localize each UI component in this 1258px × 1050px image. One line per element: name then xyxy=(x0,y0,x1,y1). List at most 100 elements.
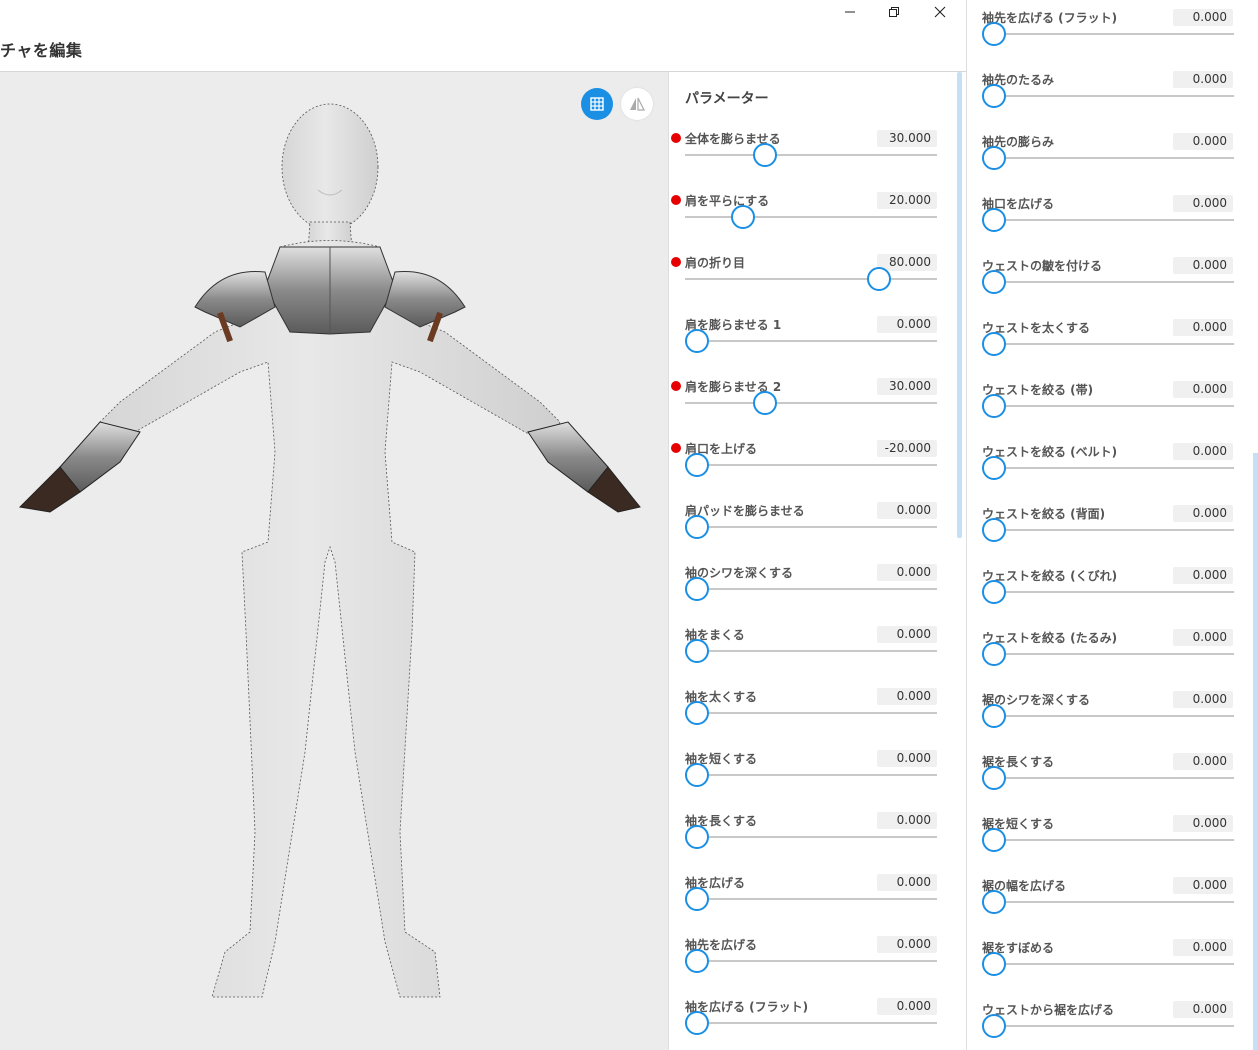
parameter-value-field[interactable]: 0.000 xyxy=(1173,381,1233,398)
parameter-value-field[interactable]: 0.000 xyxy=(1173,815,1233,832)
parameter-value-field[interactable]: 0.000 xyxy=(1173,939,1233,956)
slider-thumb[interactable] xyxy=(982,704,1006,728)
parameter-value-field[interactable]: 0.000 xyxy=(1173,753,1233,770)
parameter-value-field[interactable]: 0.000 xyxy=(1173,877,1233,894)
parameter-value-field[interactable]: 30.000 xyxy=(877,130,937,147)
parameter-value-field[interactable]: 0.000 xyxy=(877,502,937,519)
slider-thumb[interactable] xyxy=(685,887,709,911)
scrollbar-right[interactable] xyxy=(1253,453,1258,1050)
slider-track[interactable] xyxy=(982,777,1234,779)
slider-thumb[interactable] xyxy=(982,84,1006,108)
slider-thumb[interactable] xyxy=(685,515,709,539)
parameter-value-field[interactable]: 0.000 xyxy=(877,812,937,829)
parameter-value-field[interactable]: 0.000 xyxy=(877,316,937,333)
parameter-value-field[interactable]: 0.000 xyxy=(1173,691,1233,708)
slider-thumb[interactable] xyxy=(685,639,709,663)
parameter-value-field[interactable]: 0.000 xyxy=(877,688,937,705)
slider-track[interactable] xyxy=(982,529,1234,531)
slider-track[interactable] xyxy=(685,278,937,280)
parameter-value-field[interactable]: 0.000 xyxy=(877,998,937,1015)
slider-track[interactable] xyxy=(685,898,937,900)
parameter-value-field[interactable]: 0.000 xyxy=(1173,505,1233,522)
parameter-value-field[interactable]: 0.000 xyxy=(877,936,937,953)
slider-track[interactable] xyxy=(982,405,1234,407)
slider-track[interactable] xyxy=(685,216,937,218)
slider-track[interactable] xyxy=(982,1025,1234,1027)
slider-thumb[interactable] xyxy=(982,828,1006,852)
slider-track[interactable] xyxy=(685,526,937,528)
slider-track[interactable] xyxy=(685,712,937,714)
slider-thumb[interactable] xyxy=(982,208,1006,232)
slider-thumb[interactable] xyxy=(982,146,1006,170)
parameter-value-field[interactable]: 20.000 xyxy=(877,192,937,209)
slider-track[interactable] xyxy=(982,95,1234,97)
parameter-value-field[interactable]: 0.000 xyxy=(1173,257,1233,274)
parameter-value-field[interactable]: 0.000 xyxy=(1173,1001,1233,1018)
slider-thumb[interactable] xyxy=(982,766,1006,790)
slider-thumb[interactable] xyxy=(982,270,1006,294)
slider-track[interactable] xyxy=(685,774,937,776)
parameter-value-field[interactable]: 0.000 xyxy=(877,874,937,891)
parameter-value-field[interactable]: 0.000 xyxy=(1173,567,1233,584)
slider-track[interactable] xyxy=(685,650,937,652)
slider-track[interactable] xyxy=(982,281,1234,283)
slider-track[interactable] xyxy=(982,157,1234,159)
slider-track[interactable] xyxy=(685,154,937,156)
slider-thumb[interactable] xyxy=(982,456,1006,480)
slider-thumb[interactable] xyxy=(982,952,1006,976)
slider-track[interactable] xyxy=(685,1022,937,1024)
slider-track[interactable] xyxy=(685,836,937,838)
slider-track[interactable] xyxy=(982,653,1234,655)
slider-track[interactable] xyxy=(685,402,937,404)
slider-track[interactable] xyxy=(982,839,1234,841)
slider-thumb[interactable] xyxy=(982,580,1006,604)
avatar-viewport[interactable] xyxy=(0,72,668,1050)
close-button[interactable] xyxy=(917,0,963,24)
parameter-value-field[interactable]: 0.000 xyxy=(1173,133,1233,150)
slider-track[interactable] xyxy=(982,715,1234,717)
parameter-value-field[interactable]: 0.000 xyxy=(1173,319,1233,336)
slider-thumb[interactable] xyxy=(685,825,709,849)
restore-button[interactable] xyxy=(871,0,917,24)
slider-thumb[interactable] xyxy=(753,143,778,167)
parameter-value-field[interactable]: 0.000 xyxy=(877,626,937,643)
slider-track[interactable] xyxy=(982,901,1234,903)
parameter-value-field[interactable]: 0.000 xyxy=(877,564,937,581)
slider-track[interactable] xyxy=(685,588,937,590)
parameter-value-field[interactable]: -20.000 xyxy=(877,440,937,457)
slider-thumb[interactable] xyxy=(685,701,709,725)
grid-view-button[interactable] xyxy=(581,88,613,120)
slider-track[interactable] xyxy=(982,343,1234,345)
slider-thumb[interactable] xyxy=(982,642,1006,666)
parameter-value-field[interactable]: 0.000 xyxy=(1173,71,1233,88)
slider-thumb[interactable] xyxy=(982,332,1006,356)
mirror-button[interactable] xyxy=(621,88,653,120)
slider-track[interactable] xyxy=(982,219,1234,221)
parameter-value-field[interactable]: 0.000 xyxy=(1173,629,1233,646)
slider-track[interactable] xyxy=(982,591,1234,593)
slider-thumb[interactable] xyxy=(685,577,709,601)
minimize-button[interactable] xyxy=(827,0,873,24)
slider-thumb[interactable] xyxy=(982,890,1006,914)
parameter-value-field[interactable]: 30.000 xyxy=(877,378,937,395)
slider-thumb[interactable] xyxy=(982,518,1006,542)
slider-thumb[interactable] xyxy=(685,763,709,787)
parameter-value-field[interactable]: 0.000 xyxy=(877,750,937,767)
parameter-value-field[interactable]: 0.000 xyxy=(1173,195,1233,212)
slider-thumb[interactable] xyxy=(685,329,709,353)
slider-thumb[interactable] xyxy=(753,391,778,415)
slider-track[interactable] xyxy=(982,963,1234,965)
slider-track[interactable] xyxy=(685,464,937,466)
slider-thumb[interactable] xyxy=(982,1014,1006,1038)
slider-track[interactable] xyxy=(685,340,937,342)
slider-track[interactable] xyxy=(982,467,1234,469)
slider-thumb[interactable] xyxy=(982,394,1006,418)
slider-track[interactable] xyxy=(982,33,1234,35)
slider-thumb[interactable] xyxy=(982,22,1006,46)
slider-thumb[interactable] xyxy=(685,453,709,477)
parameter-value-field[interactable]: 0.000 xyxy=(1173,443,1233,460)
slider-thumb[interactable] xyxy=(685,949,709,973)
scrollbar-left[interactable] xyxy=(957,72,962,538)
parameter-value-field[interactable]: 0.000 xyxy=(1173,9,1233,26)
slider-thumb[interactable] xyxy=(730,205,755,229)
